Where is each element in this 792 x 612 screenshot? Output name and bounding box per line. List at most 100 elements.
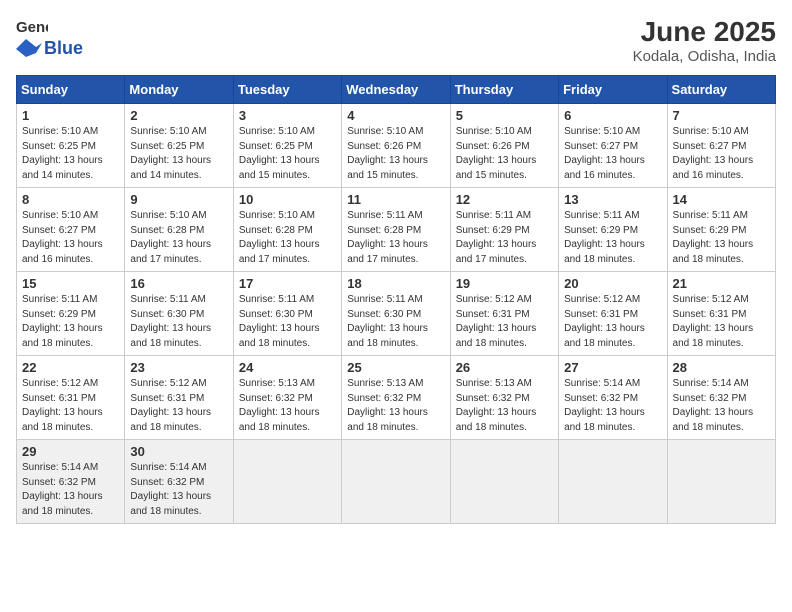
day-info: Sunrise: 5:12 AMSunset: 6:31 PMDaylight:… — [456, 294, 537, 349]
calendar-cell: 15 Sunrise: 5:11 AMSunset: 6:29 PMDayligh… — [17, 272, 125, 356]
day-number: 15 — [22, 276, 119, 291]
day-number: 22 — [22, 360, 119, 375]
day-number: 1 — [22, 108, 119, 123]
calendar-cell — [559, 440, 667, 524]
day-number: 23 — [130, 360, 227, 375]
month-title: June 2025 — [633, 16, 776, 48]
day-number: 19 — [456, 276, 553, 291]
day-info: Sunrise: 5:12 AMSunset: 6:31 PMDaylight:… — [130, 378, 211, 433]
day-number: 14 — [673, 192, 770, 207]
day-number: 3 — [239, 108, 336, 123]
day-info: Sunrise: 5:10 AMSunset: 6:28 PMDaylight:… — [130, 210, 211, 265]
col-header-wednesday: Wednesday — [342, 76, 450, 104]
calendar-cell: 22 Sunrise: 5:12 AMSunset: 6:31 PMDayligh… — [17, 356, 125, 440]
calendar-cell: 8 Sunrise: 5:10 AMSunset: 6:27 PMDaylight… — [17, 188, 125, 272]
calendar-cell: 4 Sunrise: 5:10 AMSunset: 6:26 PMDaylight… — [342, 104, 450, 188]
calendar-cell: 27 Sunrise: 5:14 AMSunset: 6:32 PMDayligh… — [559, 356, 667, 440]
day-info: Sunrise: 5:10 AMSunset: 6:26 PMDaylight:… — [456, 126, 537, 181]
col-header-saturday: Saturday — [667, 76, 775, 104]
title-area: June 2025 Kodala, Odisha, India — [633, 16, 776, 65]
calendar-cell: 28 Sunrise: 5:14 AMSunset: 6:32 PMDayligh… — [667, 356, 775, 440]
day-number: 7 — [673, 108, 770, 123]
day-info: Sunrise: 5:11 AMSunset: 6:30 PMDaylight:… — [239, 294, 320, 349]
calendar-cell: 29Sunrise: 5:14 AMSunset: 6:32 PMDayligh… — [17, 440, 125, 524]
calendar-cell: 14Sunrise: 5:11 AMSunset: 6:29 PMDayligh… — [667, 188, 775, 272]
day-number: 29 — [22, 444, 119, 459]
calendar-cell: 17 Sunrise: 5:11 AMSunset: 6:30 PMDayligh… — [233, 272, 341, 356]
calendar-cell: 18 Sunrise: 5:11 AMSunset: 6:30 PMDayligh… — [342, 272, 450, 356]
day-info: Sunrise: 5:14 AMSunset: 6:32 PMDaylight:… — [673, 378, 754, 433]
day-info: Sunrise: 5:11 AMSunset: 6:28 PMDaylight:… — [347, 210, 428, 265]
day-number: 24 — [239, 360, 336, 375]
day-info: Sunrise: 5:11 AMSunset: 6:30 PMDaylight:… — [347, 294, 428, 349]
day-info: Sunrise: 5:11 AMSunset: 6:29 PMDaylight:… — [22, 294, 103, 349]
col-header-monday: Monday — [125, 76, 233, 104]
logo-icon: General — [16, 16, 48, 38]
calendar-cell: 26 Sunrise: 5:13 AMSunset: 6:32 PMDayligh… — [450, 356, 558, 440]
day-number: 2 — [130, 108, 227, 123]
calendar-cell: 1 Sunrise: 5:10 AMSunset: 6:25 PMDaylight… — [17, 104, 125, 188]
day-info: Sunrise: 5:10 AMSunset: 6:25 PMDaylight:… — [22, 126, 103, 181]
day-info: Sunrise: 5:10 AMSunset: 6:25 PMDaylight:… — [239, 126, 320, 181]
calendar-table: SundayMondayTuesdayWednesdayThursdayFrid… — [16, 75, 776, 524]
day-number: 4 — [347, 108, 444, 123]
calendar-cell: 6 Sunrise: 5:10 AMSunset: 6:27 PMDaylight… — [559, 104, 667, 188]
calendar-cell: 7Sunrise: 5:10 AMSunset: 6:27 PMDaylight… — [667, 104, 775, 188]
calendar-cell: 21 Sunrise: 5:12 AMSunset: 6:31 PMDayligh… — [667, 272, 775, 356]
day-info: Sunrise: 5:12 AMSunset: 6:31 PMDaylight:… — [673, 294, 754, 349]
col-header-thursday: Thursday — [450, 76, 558, 104]
day-info: Sunrise: 5:13 AMSunset: 6:32 PMDaylight:… — [456, 378, 537, 433]
calendar-cell — [233, 440, 341, 524]
calendar-cell: 12 Sunrise: 5:11 AMSunset: 6:29 PMDayligh… — [450, 188, 558, 272]
day-number: 13 — [564, 192, 661, 207]
day-number: 10 — [239, 192, 336, 207]
day-info: Sunrise: 5:11 AMSunset: 6:29 PMDaylight:… — [456, 210, 537, 265]
day-number: 5 — [456, 108, 553, 123]
day-info: Sunrise: 5:12 AMSunset: 6:31 PMDaylight:… — [22, 378, 103, 433]
day-number: 12 — [456, 192, 553, 207]
day-info: Sunrise: 5:10 AMSunset: 6:27 PMDaylight:… — [564, 126, 645, 181]
location-title: Kodala, Odisha, India — [633, 48, 776, 65]
calendar-cell: 9 Sunrise: 5:10 AMSunset: 6:28 PMDaylight… — [125, 188, 233, 272]
calendar-cell: 24Sunrise: 5:13 AMSunset: 6:32 PMDayligh… — [233, 356, 341, 440]
day-number: 27 — [564, 360, 661, 375]
calendar-cell: 16 Sunrise: 5:11 AMSunset: 6:30 PMDayligh… — [125, 272, 233, 356]
day-number: 20 — [564, 276, 661, 291]
logo-bird-icon — [16, 39, 42, 59]
day-number: 21 — [673, 276, 770, 291]
day-number: 18 — [347, 276, 444, 291]
calendar-cell: 11Sunrise: 5:11 AMSunset: 6:28 PMDayligh… — [342, 188, 450, 272]
calendar-cell: 20 Sunrise: 5:12 AMSunset: 6:31 PMDayligh… — [559, 272, 667, 356]
day-number: 9 — [130, 192, 227, 207]
day-info: Sunrise: 5:11 AMSunset: 6:29 PMDaylight:… — [564, 210, 645, 265]
day-number: 26 — [456, 360, 553, 375]
col-header-sunday: Sunday — [17, 76, 125, 104]
day-number: 25 — [347, 360, 444, 375]
col-header-friday: Friday — [559, 76, 667, 104]
day-info: Sunrise: 5:10 AMSunset: 6:25 PMDaylight:… — [130, 126, 211, 181]
calendar-cell: 5 Sunrise: 5:10 AMSunset: 6:26 PMDaylight… — [450, 104, 558, 188]
day-info: Sunrise: 5:12 AMSunset: 6:31 PMDaylight:… — [564, 294, 645, 349]
day-info: Sunrise: 5:10 AMSunset: 6:26 PMDaylight:… — [347, 126, 428, 181]
day-number: 8 — [22, 192, 119, 207]
calendar-cell: 10Sunrise: 5:10 AMSunset: 6:28 PMDayligh… — [233, 188, 341, 272]
calendar-cell — [667, 440, 775, 524]
calendar-cell: 3 Sunrise: 5:10 AMSunset: 6:25 PMDaylight… — [233, 104, 341, 188]
header: General Blue June 2025 Kodala, Odisha, I… — [16, 16, 776, 65]
calendar-cell: 23 Sunrise: 5:12 AMSunset: 6:31 PMDayligh… — [125, 356, 233, 440]
day-info: Sunrise: 5:11 AMSunset: 6:30 PMDaylight:… — [130, 294, 211, 349]
day-info: Sunrise: 5:10 AMSunset: 6:27 PMDaylight:… — [22, 210, 103, 265]
day-number: 30 — [130, 444, 227, 459]
day-number: 6 — [564, 108, 661, 123]
calendar-cell: 13 Sunrise: 5:11 AMSunset: 6:29 PMDayligh… — [559, 188, 667, 272]
calendar-cell: 19 Sunrise: 5:12 AMSunset: 6:31 PMDayligh… — [450, 272, 558, 356]
day-number: 17 — [239, 276, 336, 291]
logo-blue-text: Blue — [44, 38, 83, 59]
day-number: 28 — [673, 360, 770, 375]
day-info: Sunrise: 5:14 AMSunset: 6:32 PMDaylight:… — [130, 462, 211, 517]
day-info: Sunrise: 5:14 AMSunset: 6:32 PMDaylight:… — [564, 378, 645, 433]
calendar-cell: 30 Sunrise: 5:14 AMSunset: 6:32 PMDayligh… — [125, 440, 233, 524]
calendar-cell: 25Sunrise: 5:13 AMSunset: 6:32 PMDayligh… — [342, 356, 450, 440]
day-number: 16 — [130, 276, 227, 291]
calendar-cell: 2 Sunrise: 5:10 AMSunset: 6:25 PMDaylight… — [125, 104, 233, 188]
